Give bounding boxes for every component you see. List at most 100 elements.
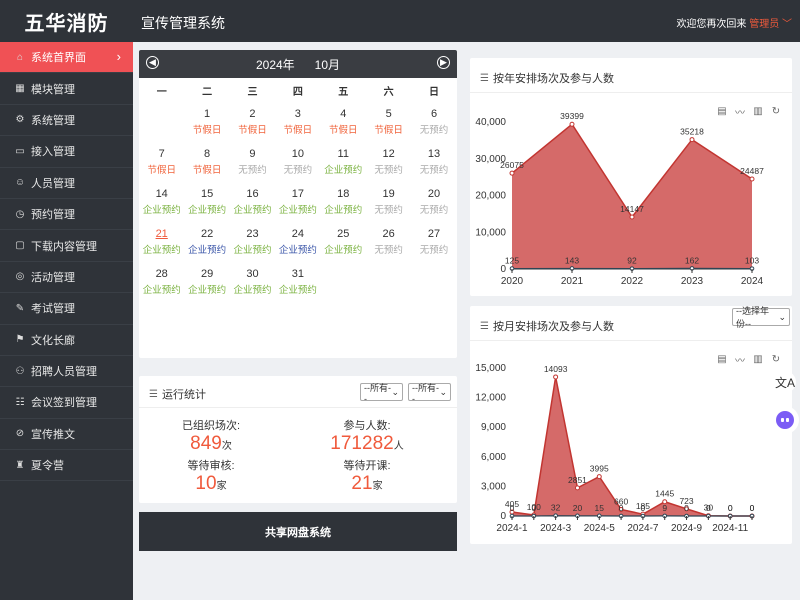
calendar-day[interactable]: 25 企业预约 (321, 222, 366, 262)
calendar-day[interactable]: 19 无预约 (366, 182, 411, 222)
day-number: 19 (382, 188, 395, 200)
calendar-day[interactable]: 9 无预约 (230, 142, 275, 182)
day-status: 无预约 (419, 245, 449, 256)
assistant-bot-icon[interactable] (771, 406, 799, 434)
sessions-data-label: 92 (627, 256, 637, 266)
sessions-data-label: 143 (565, 255, 579, 265)
calendar-day[interactable]: 26 无预约 (366, 222, 411, 262)
calendar-day[interactable]: 15 企业预约 (184, 182, 229, 222)
calendar-day[interactable]: 16 企业预约 (230, 182, 275, 222)
day-number: 28 (155, 268, 168, 280)
sidebar-item-label: 文化长廊 (31, 334, 75, 347)
calendar-day[interactable]: 14 企业预约 (139, 182, 184, 222)
day-number: 26 (382, 228, 395, 240)
sidebar-item[interactable]: ▭ 接入管理 (0, 136, 133, 168)
chevron-down-icon[interactable]: ﹀ (782, 19, 792, 30)
waiting-unit: 家 (372, 481, 383, 492)
day-number: 30 (246, 268, 259, 280)
calendar-day[interactable]: 10 无预约 (275, 142, 320, 182)
calendar-day[interactable]: 23 企业预约 (230, 222, 275, 262)
y-tick-label: 3,000 (481, 481, 506, 492)
stats-filter-1[interactable]: --所有-- ⌄ (360, 383, 403, 404)
sidebar-item[interactable]: ⚑ 文化长廊 (0, 325, 133, 356)
meeting-icon: ☷ (15, 396, 25, 408)
calendar-day[interactable]: 31 企业预约 (275, 262, 320, 302)
day-number: 2 (249, 108, 256, 120)
calendar-day[interactable]: 7 节假日 (139, 142, 184, 182)
calendar-day[interactable]: 3 节假日 (275, 102, 320, 142)
calendar-day[interactable]: 21 企业预约 (139, 222, 184, 262)
participants-point[interactable] (749, 176, 755, 182)
stats-filter-2[interactable]: --所有-- ⌄ (408, 382, 451, 404)
day-number: 27 (427, 228, 441, 240)
calendar-card: ◀ 2024年 10月 ▶ 一 二 三 四 五 六 日 1 节假日 2 节假日 3 节假日 4 节假日 5 节假… (139, 50, 457, 358)
sidebar-item[interactable]: ◎ 活动管理 (0, 262, 133, 294)
sessions-data-label: 32 (551, 503, 561, 513)
sidebar-item[interactable]: ▢ 下载内容管理 (0, 230, 133, 262)
calendar-day[interactable]: 17 企业预约 (275, 182, 320, 222)
next-month-icon[interactable]: ▶ (437, 56, 450, 69)
sidebar-item[interactable]: ▦ 模块管理 (0, 73, 133, 105)
calendar-day[interactable]: 12 无预约 (366, 142, 411, 182)
sidebar-item-label: 考试管理 (31, 303, 75, 316)
calendar-day[interactable]: 11 企业预约 (321, 142, 366, 182)
day-status: 企业预约 (278, 245, 317, 256)
calendar-day[interactable]: 5 节假日 (366, 102, 411, 142)
participants-point[interactable] (509, 170, 515, 176)
participants-point[interactable] (596, 474, 602, 480)
calendar-header: ◀ 2024年 10月 ▶ (139, 50, 457, 78)
translate-icon[interactable]: 文A (774, 371, 796, 393)
participants-point[interactable] (569, 121, 575, 127)
sidebar-item[interactable]: ☺ 人员管理 (0, 168, 133, 199)
sidebar-item[interactable]: ♜ 夏令营 (0, 450, 133, 482)
day-number: 25 (337, 228, 350, 240)
calendar-day[interactable]: 29 企业预约 (184, 262, 229, 302)
calendar-day[interactable]: 30 企业预约 (230, 262, 275, 302)
day-status: 节假日 (283, 125, 313, 136)
calendar-day[interactable]: 28 企业预约 (139, 262, 184, 302)
calendar-day[interactable]: 1 节假日 (184, 102, 229, 142)
day-status: 节假日 (192, 165, 222, 176)
calendar-day[interactable]: 8 节假日 (184, 142, 229, 182)
calendar-day[interactable]: 20 无预约 (411, 182, 456, 222)
sidebar-item[interactable]: ◷ 预约管理 (0, 199, 133, 231)
participants-data-label: 3995 (590, 464, 609, 474)
calendar-day[interactable]: 22 企业预约 (184, 222, 229, 262)
sessions-data-label: 9 (662, 503, 667, 513)
day-status: 企业预约 (188, 245, 227, 256)
calendar-day[interactable]: 2 节假日 (230, 102, 275, 142)
sidebar-item-label: 接入管理 (31, 146, 75, 159)
sidebar-item-label: 招聘人员管理 (31, 366, 97, 379)
calendar-day[interactable]: 6 无预约 (411, 102, 456, 142)
stats-filter-2-label: --所有-- (412, 382, 439, 404)
user-menu[interactable]: 管理员 (749, 19, 779, 30)
calendar-day[interactable]: 18 企业预约 (321, 182, 366, 222)
calendar-day (139, 102, 184, 142)
prev-month-icon[interactable]: ◀ (146, 56, 159, 69)
sidebar-item[interactable]: ⊘ 宣传推文 (0, 419, 133, 451)
monthly-chart: 03,0006,0009,00012,00015,000405 100140932… (475, 363, 754, 534)
participants-point[interactable] (629, 214, 635, 220)
calendar-day[interactable]: 13 无预约 (411, 142, 456, 182)
calendar-day[interactable]: 27 无预约 (411, 222, 456, 262)
day-number: 23 (246, 228, 259, 240)
participants-point[interactable] (553, 374, 559, 380)
sidebar-item[interactable]: ☷ 会议签到管理 (0, 387, 133, 419)
calendar-day[interactable]: 4 节假日 (321, 102, 366, 142)
calendar-day[interactable]: 24 企业预约 (275, 222, 320, 262)
day-number: 6 (430, 108, 438, 120)
share-drive-button[interactable]: 共享网盘系统 (139, 512, 457, 551)
day-status: 节假日 (238, 125, 267, 136)
day-status: 企业预约 (142, 245, 181, 256)
weekday-header: 四 (292, 86, 303, 98)
sidebar-item[interactable]: ⚇ 招聘人员管理 (0, 356, 133, 388)
sidebar-item[interactable]: ⚙ 系统管理 (0, 105, 133, 137)
day-number: 5 (385, 108, 392, 120)
sidebar-item[interactable]: ✎ 考试管理 (0, 293, 133, 325)
participants-point[interactable] (689, 137, 695, 143)
day-number: 3 (294, 108, 301, 120)
y-tick-label: 40,000 (475, 117, 506, 128)
participants-point[interactable] (574, 485, 580, 491)
welcome-text: 欢迎您再次回来 (676, 19, 747, 30)
sidebar-item[interactable]: ⌂ 系统首界面 › (0, 42, 133, 74)
